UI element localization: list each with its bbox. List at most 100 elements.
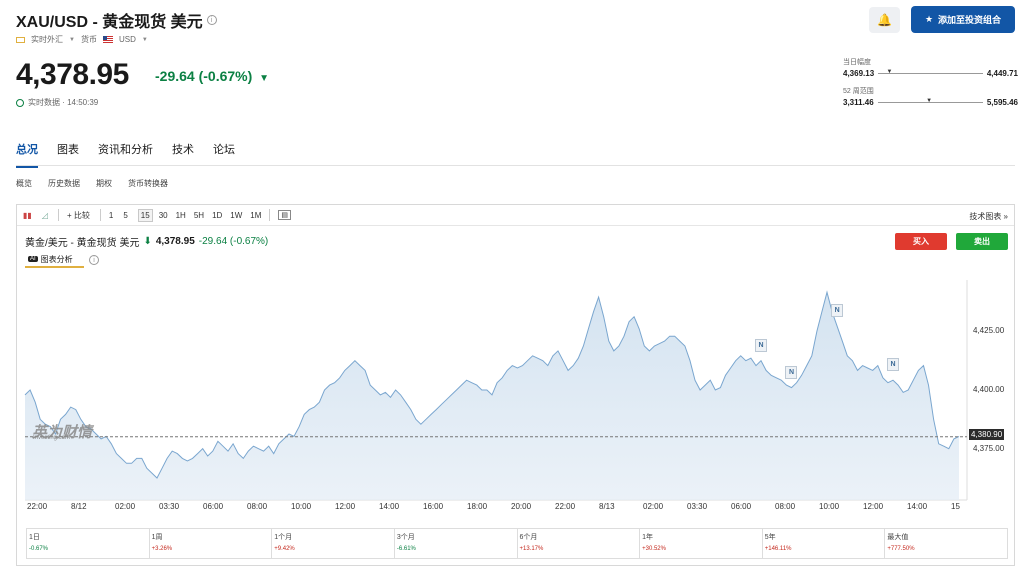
- daily-low: 4,369.13: [843, 69, 875, 78]
- subtab-overview[interactable]: 概览: [16, 178, 32, 189]
- tab-technical[interactable]: 技术: [172, 141, 194, 168]
- bell-plus-icon: 🔔: [877, 13, 892, 27]
- chevron-down-icon[interactable]: ▼: [69, 37, 75, 43]
- x-tick-label: 12:00: [863, 502, 884, 511]
- perf-1m[interactable]: 1个月 +9.42%: [272, 529, 395, 558]
- perf-1w[interactable]: 1周 +3.26%: [150, 529, 273, 558]
- perf-label: 6个月: [519, 534, 538, 541]
- performance-bar: 1日 -0.67% 1周 +3.26% 1个月 +9.42% 3个月 -6.61% 6个…: [26, 528, 1008, 559]
- daily-high: 4,449.71: [986, 69, 1018, 78]
- perf-5y[interactable]: 5年 +146.11%: [763, 529, 886, 558]
- x-tick-label: 8/12: [71, 502, 87, 511]
- news-marker-icon[interactable]: N: [831, 304, 844, 318]
- x-tick-label: 20:00: [511, 502, 532, 511]
- tabs-divider: [16, 165, 1015, 166]
- meta-currency-label: 货币: [80, 35, 97, 44]
- change-value: -29.64: [155, 68, 195, 84]
- meta-category: 实时外汇: [31, 35, 63, 44]
- x-tick-label: 03:30: [159, 502, 180, 511]
- x-tick-label: 06:00: [203, 502, 224, 511]
- x-tick-label: 12:00: [335, 502, 356, 511]
- perf-1d[interactable]: 1日 -0.67%: [27, 529, 150, 558]
- arrow-down-icon: ▼: [259, 73, 270, 84]
- realtime-label: 实时数据 · 14:50:39: [28, 98, 99, 107]
- x-tick-label: 10:00: [291, 502, 312, 511]
- x-tick-label: 06:00: [731, 502, 752, 511]
- clock-icon: [16, 98, 24, 107]
- x-tick-label: 10:00: [819, 502, 840, 511]
- page-title: XAU/USD - 黄金现货 美元 i: [16, 8, 217, 32]
- perf-value: +146.11%: [764, 546, 792, 552]
- price-chart[interactable]: [17, 205, 1014, 523]
- forex-icon: [16, 36, 25, 43]
- week52-range-marker: ▼: [926, 98, 933, 104]
- watermark-sub: Investing.com: [33, 435, 71, 441]
- chevron-down-icon[interactable]: ▼: [142, 37, 148, 43]
- x-tick-label: 03:30: [687, 502, 708, 511]
- perf-value: +30.52%: [642, 546, 666, 552]
- us-flag-icon: [102, 36, 113, 43]
- add-portfolio-button[interactable]: ★ 添加至投资组合: [911, 6, 1015, 33]
- news-marker-icon[interactable]: N: [755, 338, 768, 352]
- add-portfolio-label: 添加至投资组合: [938, 15, 1002, 25]
- perf-label: 1个月: [274, 534, 293, 541]
- perf-label: 5年: [764, 534, 776, 541]
- last-price: 4,378.95: [16, 58, 129, 91]
- subtab-options[interactable]: 期权: [96, 178, 112, 189]
- instrument-title: XAU/USD - 黄金现货 美元: [16, 14, 203, 31]
- x-tick-label: 02:00: [643, 502, 664, 511]
- x-tick-label: 22:00: [555, 502, 576, 511]
- y-tick-label: 4,375.00: [973, 444, 1005, 453]
- perf-3m[interactable]: 3个月 -6.61%: [395, 529, 518, 558]
- perf-label: 1年: [642, 534, 654, 541]
- star-icon: ★: [924, 14, 934, 24]
- perf-value: +777.50%: [887, 546, 915, 552]
- tab-forum[interactable]: 论坛: [213, 141, 235, 168]
- news-marker-icon[interactable]: N: [785, 365, 798, 379]
- subtab-history[interactable]: 历史数据: [48, 178, 80, 189]
- perf-label: 1周: [151, 534, 163, 541]
- perf-value: -6.61%: [396, 546, 416, 552]
- week52-high: 5,595.46: [986, 98, 1018, 107]
- x-tick-label: 8/13: [599, 502, 615, 511]
- perf-max[interactable]: 最大值 +777.50%: [885, 529, 1007, 558]
- chart-panel: ▮▮ ◿ + 比较 1 5 15 30 1H 5H 1D 1W 1M ▤ 技术图…: [16, 204, 1015, 566]
- x-tick-label: 18:00: [467, 502, 488, 511]
- week52-range-label: 52 周范围: [843, 88, 874, 95]
- perf-6m[interactable]: 6个月 +13.17%: [518, 529, 641, 558]
- main-tabs: 总况 图表 资讯和分析 技术 论坛: [16, 141, 254, 168]
- x-tick-label: 22:00: [27, 502, 48, 511]
- x-tick-label: 08:00: [775, 502, 796, 511]
- tab-overview[interactable]: 总况: [16, 141, 38, 168]
- week52-range-bar: ▼: [877, 98, 983, 104]
- daily-range: 当日幅度 4,369.13 ▼ 4,449.71: [843, 57, 1018, 78]
- x-tick-label: 16:00: [423, 502, 444, 511]
- tab-news[interactable]: 资讯和分析: [98, 141, 153, 168]
- y-tick-label: 4,400.00: [973, 385, 1005, 394]
- perf-label: 1日: [29, 534, 40, 541]
- week52-low: 3,311.46: [843, 98, 874, 107]
- realtime-status: 实时数据 · 14:50:39: [16, 97, 98, 108]
- daily-range-marker: ▼: [886, 69, 893, 75]
- x-tick-label: 14:00: [907, 502, 928, 511]
- sub-tabs: 概览 历史数据 期权 货币转换器: [16, 178, 168, 189]
- perf-value: -0.67%: [29, 546, 49, 552]
- x-tick-label: 02:00: [115, 502, 136, 511]
- perf-value: +13.17%: [519, 546, 544, 552]
- perf-label: 3个月: [396, 534, 415, 541]
- price-change: -29.64 (-0.67%) ▼: [155, 68, 269, 84]
- news-marker-icon[interactable]: N: [887, 358, 899, 372]
- tab-chart[interactable]: 图表: [57, 141, 79, 168]
- subtab-converter[interactable]: 货币转换器: [128, 178, 168, 189]
- perf-value: +3.26%: [151, 546, 173, 552]
- info-icon[interactable]: i: [206, 15, 217, 25]
- last-price-label: 4,380.90: [969, 429, 1005, 440]
- perf-1y[interactable]: 1年 +30.52%: [640, 529, 763, 558]
- x-tick-label: 14:00: [379, 502, 400, 511]
- y-tick-label: 4,425.00: [973, 326, 1005, 335]
- x-tick-label: 08:00: [247, 502, 268, 511]
- daily-range-bar: ▼: [878, 69, 983, 75]
- alert-button[interactable]: 🔔: [869, 7, 900, 33]
- week52-range: 52 周范围 3,311.46 ▼ 5,595.46: [843, 86, 1018, 107]
- perf-value: +9.42%: [274, 546, 295, 552]
